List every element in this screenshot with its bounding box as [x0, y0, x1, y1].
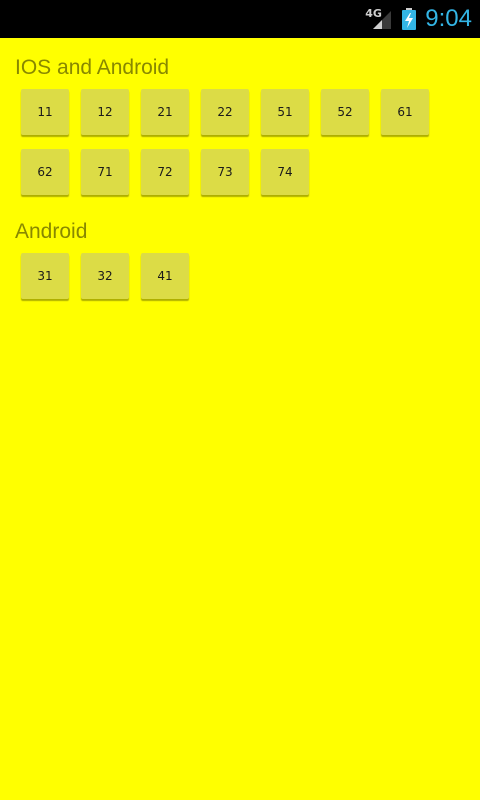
network-type-label: 4G: [365, 7, 382, 20]
item-button-12[interactable]: 12: [81, 89, 129, 135]
item-button-61[interactable]: 61: [381, 89, 429, 135]
item-button-41[interactable]: 41: [141, 253, 189, 299]
item-button-22[interactable]: 22: [201, 89, 249, 135]
section-title-android: Android: [15, 220, 88, 243]
item-button-52[interactable]: 52: [321, 89, 369, 135]
battery-charging-icon: [402, 8, 417, 30]
status-icons: 4G 9:04: [365, 0, 472, 38]
item-button-11[interactable]: 11: [21, 89, 69, 135]
item-button-73[interactable]: 73: [201, 149, 249, 195]
clock: 9:04: [425, 5, 472, 32]
item-button-51[interactable]: 51: [261, 89, 309, 135]
battery-indicator: [401, 7, 417, 31]
signal-indicator: 4G: [365, 7, 393, 31]
item-button-72[interactable]: 72: [141, 149, 189, 195]
item-button-71[interactable]: 71: [81, 149, 129, 195]
status-bar: 4G 9:04: [0, 0, 480, 38]
item-button-32[interactable]: 32: [81, 253, 129, 299]
item-button-62[interactable]: 62: [21, 149, 69, 195]
item-button-74[interactable]: 74: [261, 149, 309, 195]
section-title-ios-and-android: IOS and Android: [15, 56, 170, 79]
item-button-31[interactable]: 31: [21, 253, 69, 299]
item-button-21[interactable]: 21: [141, 89, 189, 135]
